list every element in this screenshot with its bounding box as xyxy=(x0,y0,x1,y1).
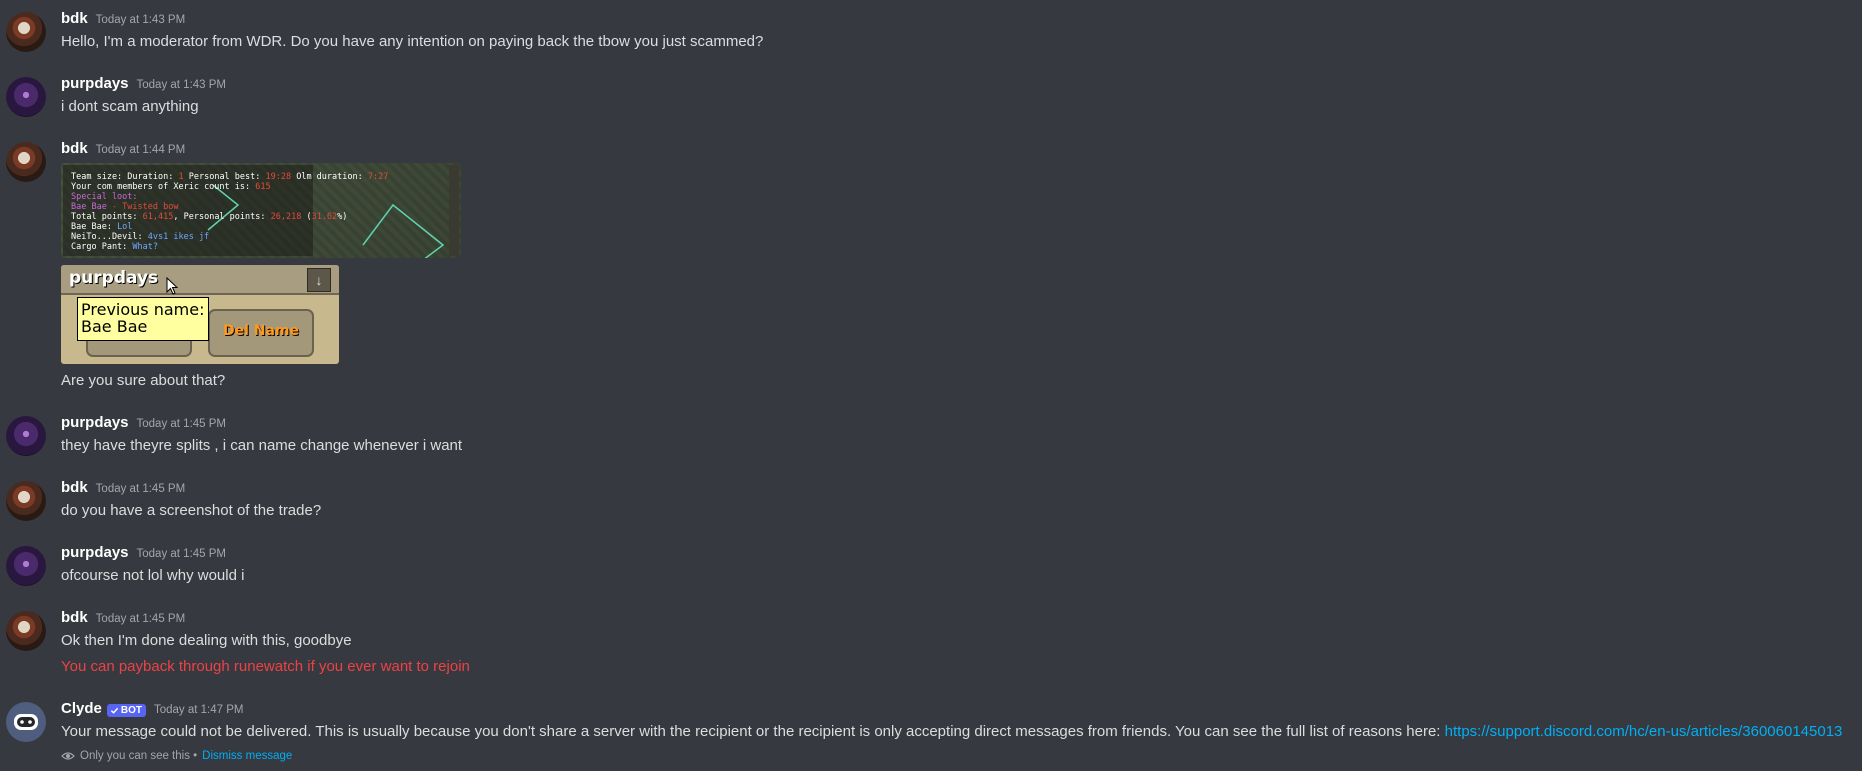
timestamp: Today at 1:43 PM xyxy=(95,14,186,26)
avatar[interactable] xyxy=(6,702,46,742)
avatar[interactable] xyxy=(6,611,46,651)
arrow-down-icon: ↓ xyxy=(307,268,331,292)
log-line: Bae Bae: Lol xyxy=(71,222,133,232)
avatar[interactable] xyxy=(6,142,46,182)
username[interactable]: bdk xyxy=(61,10,88,27)
cursor-icon xyxy=(166,277,178,295)
timestamp: Today at 1:44 PM xyxy=(95,144,186,156)
message-text: Ok then I'm done dealing with this, good… xyxy=(61,632,352,649)
timestamp: Today at 1:47 PM xyxy=(153,704,244,716)
eye-icon xyxy=(61,752,75,760)
log-line: Team size: Duration: 1 Personal best: 19… xyxy=(71,172,389,182)
timestamp: Today at 1:45 PM xyxy=(136,548,227,560)
dismiss-message-link[interactable]: Dismiss message xyxy=(202,750,292,762)
message-text: they have theyre splits , i can name cha… xyxy=(61,437,463,454)
message-text: Your message could not be delivered. Thi… xyxy=(61,722,1842,742)
log-line: Your com members of Xeric count is: 615 xyxy=(71,182,271,192)
log-line: Special loot: xyxy=(71,192,138,202)
timestamp: Today at 1:45 PM xyxy=(95,613,186,625)
scrollbar xyxy=(449,165,459,256)
avatar[interactable] xyxy=(6,546,46,586)
message-body: Your message could not be delivered. Thi… xyxy=(61,723,1445,740)
avatar[interactable] xyxy=(6,77,46,117)
username[interactable]: purpdays xyxy=(61,75,129,92)
clyde-robot-icon xyxy=(14,714,38,730)
log-line: NeiTo...Devil: 4vs1 ikes jf xyxy=(71,232,210,242)
message-text: do you have a screenshot of the trade? xyxy=(61,502,322,519)
timestamp: Today at 1:45 PM xyxy=(95,483,186,495)
image-attachment-name-history[interactable]: purpdays ↓ Del Name Previous name: Bae B… xyxy=(61,265,339,364)
chat-log: bdk Today at 1:43 PM Hello, I'm a modera… xyxy=(0,0,1862,771)
avatar[interactable] xyxy=(6,12,46,52)
avatar[interactable] xyxy=(6,416,46,456)
friend-row: purpdays ↓ xyxy=(61,265,339,295)
del-name-button: Del Name xyxy=(208,309,314,357)
username[interactable]: bdk xyxy=(61,140,88,157)
friend-name: purpdays xyxy=(69,268,159,288)
log-line: Total points: 61,415, Personal points: 2… xyxy=(71,212,348,222)
message-text: Are you sure about that? xyxy=(61,372,226,389)
timestamp: Today at 1:43 PM xyxy=(136,79,227,91)
username[interactable]: bdk xyxy=(61,609,88,626)
log-line: Bae Bae - Twisted bow xyxy=(71,202,179,212)
chatbox-panel: Team size: Duration: 1 Personal best: 19… xyxy=(63,165,445,258)
username[interactable]: Clyde xyxy=(61,700,102,717)
support-link[interactable]: https://support.discord.com/hc/en-us/art… xyxy=(1445,723,1843,740)
previous-name-tooltip: Previous name: Bae Bae xyxy=(77,297,209,341)
verified-check-icon xyxy=(110,707,119,714)
message-text-red: You can payback through runewatch if you… xyxy=(61,658,470,675)
image-attachment-raid-log[interactable]: Team size: Duration: 1 Personal best: 19… xyxy=(61,163,461,258)
timestamp: Today at 1:45 PM xyxy=(136,418,227,430)
username[interactable]: purpdays xyxy=(61,414,129,431)
username[interactable]: bdk xyxy=(61,479,88,496)
log-line: Cargo Pant: What? xyxy=(71,242,159,252)
message-text: ofcourse not lol why would i xyxy=(61,567,245,584)
message-text: Hello, I'm a moderator from WDR. Do you … xyxy=(61,33,764,50)
ephemeral-note: Only you can see this • xyxy=(80,750,198,762)
username[interactable]: purpdays xyxy=(61,544,129,561)
ephemeral-notice: Only you can see this • Dismiss message xyxy=(61,750,292,762)
message-text: i dont scam anything xyxy=(61,98,199,115)
bot-tag: BOT xyxy=(106,703,146,717)
avatar[interactable] xyxy=(6,481,46,521)
